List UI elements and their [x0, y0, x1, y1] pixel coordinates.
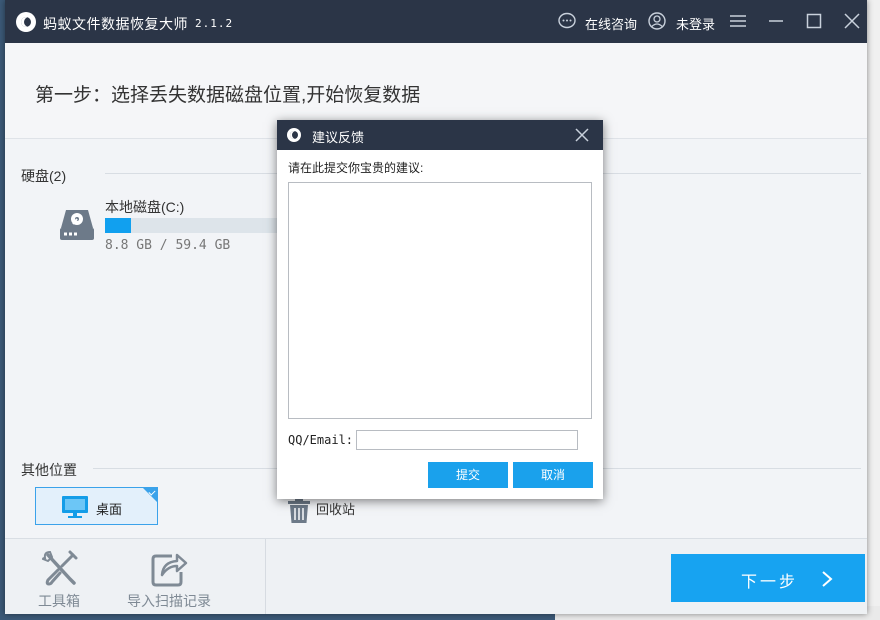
footer-bar: 工具箱 导入扫描记录 下一步	[5, 538, 867, 614]
toolbox-icon	[41, 550, 78, 586]
dialog-title-bar: 建议反馈	[277, 120, 603, 150]
user-icon[interactable]	[648, 12, 666, 30]
feedback-dialog: 建议反馈 请在此提交你宝贵的建议: QQ/Email: 提交 取消	[277, 120, 603, 499]
disks-section-label: 硬盘(2)	[21, 168, 67, 184]
contact-input[interactable]	[356, 430, 578, 450]
chevron-right-icon	[822, 571, 833, 587]
app-version: 2.1.2	[195, 17, 234, 30]
next-step-button[interactable]: 下一步	[671, 554, 865, 602]
other-locations-label: 其他位置	[21, 462, 77, 478]
menu-icon[interactable]	[729, 12, 747, 30]
dialog-close-icon[interactable]	[575, 128, 589, 142]
contact-label: QQ/Email:	[288, 433, 354, 447]
close-icon[interactable]	[843, 12, 861, 30]
disk-usage-bar	[105, 218, 280, 233]
import-record-icon	[151, 553, 188, 587]
online-consult-link[interactable]: 在线咨询	[585, 14, 637, 33]
dialog-logo-icon	[287, 128, 301, 142]
title-bar: 蚂蚁文件数据恢复大师 2.1.2 在线咨询 未登录	[5, 0, 867, 43]
chat-icon[interactable]	[558, 12, 576, 30]
maximize-icon[interactable]	[805, 12, 823, 30]
location-desktop-label: 桌面	[96, 502, 123, 517]
step-title: 第一步：选择丢失数据磁盘位置,开始恢复数据	[35, 85, 421, 106]
app-logo-icon	[16, 12, 36, 32]
cancel-button[interactable]: 取消	[513, 462, 593, 488]
import-record-label: 导入扫描记录	[127, 593, 211, 609]
toolbox-label: 工具箱	[38, 593, 80, 609]
next-step-label: 下一步	[741, 574, 799, 591]
footer-divider	[265, 539, 266, 614]
monitor-icon	[62, 496, 88, 518]
location-recycle-label: 回收站	[316, 502, 356, 517]
location-desktop[interactable]: 桌面	[35, 487, 158, 525]
login-link[interactable]: 未登录	[676, 14, 715, 33]
selected-check-icon	[143, 488, 157, 502]
disk-usage-fill	[105, 218, 131, 233]
feedback-prompt: 请在此提交你宝贵的建议:	[288, 161, 424, 175]
submit-button[interactable]: 提交	[428, 462, 508, 488]
feedback-textarea[interactable]	[288, 182, 592, 419]
recycle-bin-icon	[288, 498, 310, 523]
background-window-edge	[867, 0, 880, 620]
dialog-title: 建议反馈	[312, 130, 365, 145]
hard-disk-icon	[60, 210, 94, 240]
disk-size: 8.8 GB / 59.4 GB	[105, 238, 231, 253]
minimize-icon[interactable]	[767, 12, 785, 30]
app-title: 蚂蚁文件数据恢复大师	[43, 16, 188, 32]
disk-name: 本地磁盘(C:)	[105, 199, 185, 215]
